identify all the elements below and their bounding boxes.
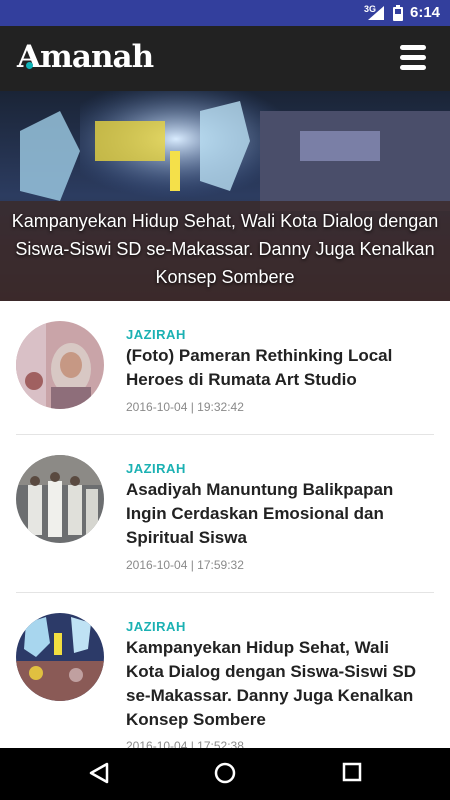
list-item[interactable]: JAZIRAH Kampanyekan Hidup Sehat, Wali Ko… [0, 593, 450, 753]
list-item[interactable]: JAZIRAH Asadiyah Manuntung Balikpapan In… [0, 435, 450, 593]
article-thumbnail [16, 455, 104, 543]
list-item[interactable]: JAZIRAH (Foto) Pameran Rethinking Local … [0, 301, 450, 435]
article-category: JAZIRAH [126, 327, 186, 342]
hamburger-menu-icon[interactable] [398, 44, 430, 72]
article-date: 2016-10-04 | 17:59:32 [126, 558, 244, 572]
app-bar: Amanah [0, 26, 450, 91]
app-logo[interactable]: Amanah [17, 39, 154, 75]
back-triangle-icon[interactable] [88, 762, 110, 784]
article-date: 2016-10-04 | 19:32:42 [126, 400, 244, 414]
navigation-bar [0, 748, 450, 800]
featured-title: Kampanyekan Hidup Sehat, Wali Kota Dialo… [11, 211, 439, 287]
signal-icon [368, 6, 384, 20]
article-title: Kampanyekan Hidup Sehat, Wali Kota Dialo… [126, 638, 416, 729]
article-title: Asadiyah Manuntung Balikpapan Ingin Cerd… [126, 480, 394, 547]
featured-article[interactable]: Kampanyekan Hidup Sehat, Wali Kota Dialo… [0, 91, 450, 301]
article-category: JAZIRAH [126, 619, 186, 634]
home-circle-icon[interactable] [214, 762, 236, 784]
logo-dot [26, 62, 33, 69]
status-bar: 3G 6:14 [0, 0, 450, 26]
article-title: (Foto) Pameran Rethinking Local Heroes d… [126, 346, 393, 389]
recents-square-icon[interactable] [342, 762, 362, 782]
article-thumbnail [16, 613, 104, 701]
article-thumbnail [16, 321, 104, 409]
battery-icon [393, 5, 403, 21]
article-category: JAZIRAH [126, 461, 186, 476]
clock: 6:14 [410, 4, 441, 21]
